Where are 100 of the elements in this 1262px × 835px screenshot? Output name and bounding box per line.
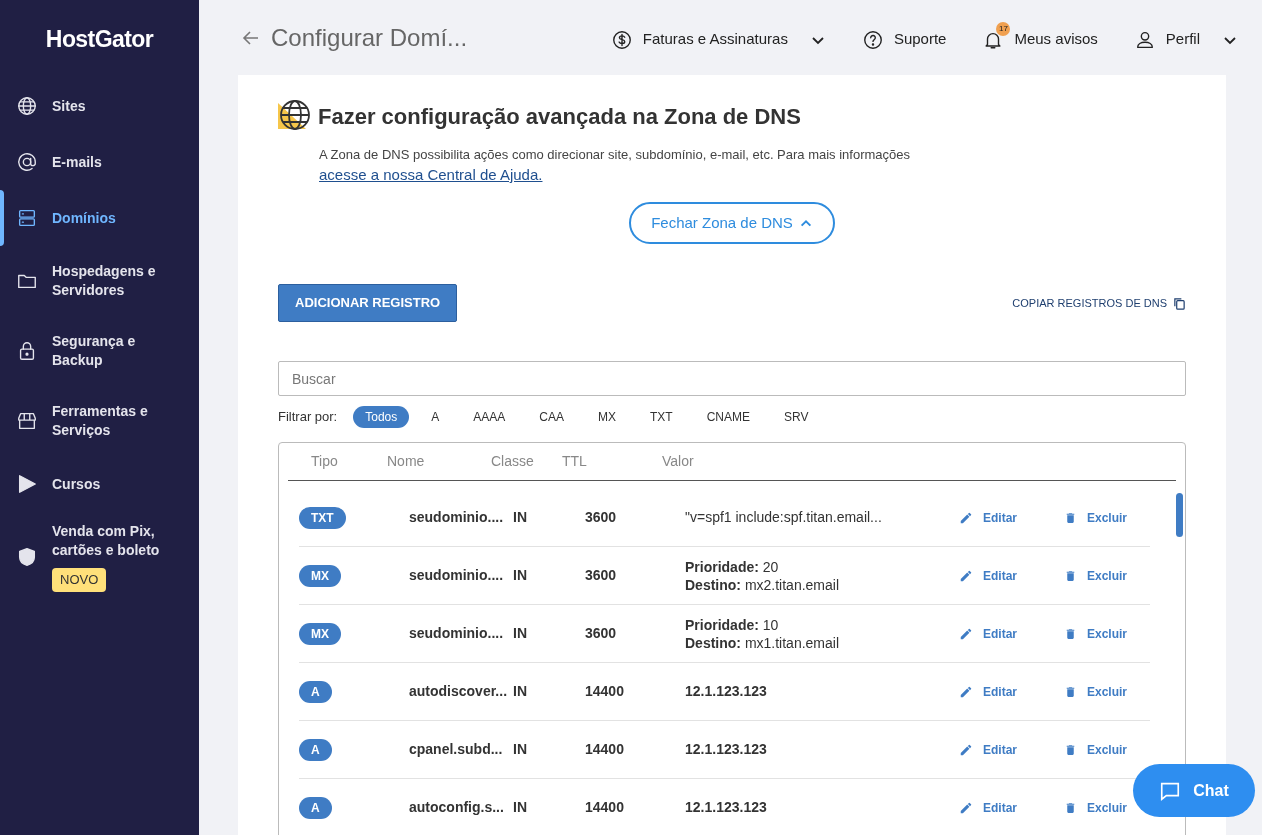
table-cell: 12.1.123.123 <box>685 741 767 757</box>
sidebar-item[interactable]: Domínios <box>0 190 199 246</box>
sidebar-item[interactable]: Cursos <box>0 456 199 512</box>
column-header[interactable]: Tipo <box>311 453 338 469</box>
delete-link[interactable]: Excluir <box>1064 740 1128 759</box>
sidebar-item[interactable]: Sites <box>0 78 199 134</box>
trash-icon <box>1064 800 1077 815</box>
edit-link[interactable]: Editar <box>959 798 1064 817</box>
notification-count-badge: 17 <box>996 21 1011 36</box>
column-header[interactable]: Classe <box>491 453 534 469</box>
pencil-icon <box>959 684 973 699</box>
storefront-icon <box>16 410 38 432</box>
table-cell: IN <box>513 567 527 583</box>
record-type-badge: A <box>299 738 332 761</box>
edit-link[interactable]: Editar <box>959 566 1064 585</box>
filter-chip[interactable]: AAAA <box>461 406 518 428</box>
table-cell: seudominio.... <box>409 625 504 641</box>
help-link[interactable]: acesse a nossa Central de Ajuda. <box>319 166 543 183</box>
search-field[interactable]: Buscar <box>278 361 1186 396</box>
top-menu-item[interactable]: Faturas e Assinaturas <box>610 20 828 55</box>
close-dns-zone-button[interactable]: Fechar Zona de DNS <box>629 202 835 244</box>
edit-link[interactable]: Editar <box>959 740 1064 759</box>
trash-icon <box>1064 742 1077 757</box>
copy-icon <box>1173 296 1186 310</box>
table-cell: 12.1.123.123 <box>685 799 767 815</box>
new-badge: NOVO <box>52 568 107 592</box>
delete-link[interactable]: Excluir <box>1064 566 1128 585</box>
pencil-icon <box>959 568 973 583</box>
delete-link[interactable]: Excluir <box>1064 508 1128 527</box>
globe-icon <box>16 95 38 117</box>
table-cell: 3600 <box>585 509 617 525</box>
table-cell: seudominio.... <box>409 567 504 583</box>
description-text: A Zona de DNS possibilita ações como direcionar site, subdomínio, e-mail, etc. Para mais informações <box>319 146 912 164</box>
at-sign-icon <box>16 151 38 173</box>
table-cell-text: Destino: mx2.titan.email <box>685 575 841 594</box>
table-cell: 3600 <box>585 625 617 641</box>
edit-link[interactable]: Editar <box>959 624 1064 643</box>
sidebar-item[interactable]: Ferramentas e Serviços <box>0 386 199 456</box>
sidebar-item[interactable]: Venda com Pix, cartões e boleto NOVO <box>0 512 199 602</box>
page-title: Configurar Domí... <box>271 22 468 53</box>
column-header[interactable]: TTL <box>562 453 587 469</box>
sidebar-item[interactable]: Hospedagens e Servidores <box>0 246 199 316</box>
filter-chip[interactable]: CAA <box>527 406 576 428</box>
filter-chip[interactable]: CNAME <box>694 406 762 428</box>
pencil-icon <box>959 626 973 641</box>
shield-icon <box>16 545 38 568</box>
filter-chip[interactable]: MX <box>586 406 628 428</box>
pencil-icon <box>959 510 973 525</box>
table-cell: autoconfig.s... <box>409 799 504 815</box>
filter-chip[interactable]: Todos <box>353 406 410 428</box>
filter-label: Filtrar por: <box>278 408 338 427</box>
table-cell: IN <box>513 741 527 757</box>
edit-link[interactable]: Editar <box>959 508 1064 527</box>
table-cell: IN <box>513 683 527 699</box>
table-cell: IN <box>513 625 527 641</box>
record-type-badge: A <box>299 796 332 819</box>
dollar-icon <box>610 28 633 51</box>
pencil-icon <box>959 800 973 815</box>
table-cell: 14400 <box>585 741 624 757</box>
delete-link[interactable]: Excluir <box>1064 682 1128 701</box>
table-cell: IN <box>513 799 527 815</box>
section-title: Fazer configuração avançada na Zona de DNS <box>318 102 801 131</box>
sidebar-item[interactable]: E-mails <box>0 134 199 190</box>
top-menu-item[interactable]: 17 Meus avisos <box>982 20 1100 55</box>
logo[interactable]: HostGator <box>45 21 154 57</box>
globe-icon <box>278 99 312 133</box>
column-header[interactable]: Nome <box>387 453 425 469</box>
record-type-badge: TXT <box>299 506 346 529</box>
table-cell-text: Destino: mx1.titan.email <box>685 633 841 652</box>
table-cell: 12.1.123.123 <box>685 683 767 699</box>
record-type-badge: A <box>299 680 332 703</box>
table-cell-text: Prioridade: 10 <box>685 615 780 634</box>
top-menu-item[interactable]: Perfil <box>1133 20 1240 55</box>
filter-chip[interactable]: A <box>419 406 452 428</box>
delete-link[interactable]: Excluir <box>1064 798 1128 817</box>
delete-link[interactable]: Excluir <box>1064 624 1128 643</box>
top-menu-item[interactable]: Suporte <box>861 20 949 55</box>
filter-chip[interactable]: TXT <box>638 406 685 428</box>
play-icon <box>16 473 38 495</box>
column-header[interactable]: Valor <box>662 453 694 469</box>
filter-chip[interactable]: SRV <box>772 406 821 428</box>
table-cell: autodiscover... <box>409 683 508 699</box>
pencil-icon <box>959 742 973 757</box>
record-type-badge: MX <box>299 622 341 645</box>
scrollbar-thumb[interactable] <box>1176 493 1183 537</box>
table-cell-text: Prioridade: 20 <box>685 557 780 576</box>
add-record-button[interactable]: ADICIONAR REGISTRO <box>278 284 458 322</box>
table-cell: 3600 <box>585 567 617 583</box>
sidebar-item[interactable]: Segurança e Backup <box>0 316 199 386</box>
table-cell: "v=spf1 include:spf.titan.email... <box>685 509 882 525</box>
server-icon <box>16 207 38 229</box>
trash-icon <box>1064 510 1077 525</box>
trash-icon <box>1064 568 1077 583</box>
table-cell: IN <box>513 509 527 525</box>
copy-dns-records-link[interactable]: COPIAR REGISTROS DE DNS <box>1012 294 1186 312</box>
trash-icon <box>1064 684 1077 699</box>
table-cell: 14400 <box>585 683 624 699</box>
table-cell: 14400 <box>585 799 624 815</box>
table-cell: seudominio.... <box>409 509 504 525</box>
edit-link[interactable]: Editar <box>959 682 1064 701</box>
